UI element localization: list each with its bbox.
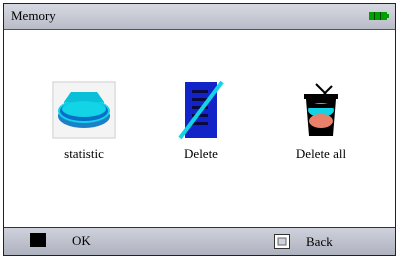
delete-icon xyxy=(178,80,224,140)
menu-item-label: statistic xyxy=(64,146,104,161)
ok-key-icon[interactable] xyxy=(30,233,46,247)
title-bar: Memory xyxy=(4,4,395,30)
menu-item-statistic[interactable]: statistic xyxy=(29,80,139,162)
menu-area: statistic Delete Delete all xyxy=(4,30,395,230)
bottom-bar: OK Back xyxy=(4,227,395,255)
screen-title: Memory xyxy=(11,8,56,23)
back-button[interactable]: Back xyxy=(306,234,333,250)
delete-all-icon xyxy=(304,83,338,136)
menu-item-label: Delete all xyxy=(295,146,347,161)
menu-item-delete-all[interactable]: Delete all xyxy=(266,80,376,162)
menu-item-label: Delete xyxy=(184,146,218,161)
ok-button[interactable]: OK xyxy=(72,233,91,249)
statistic-icon xyxy=(52,81,116,139)
device-screen: Memory statistic Delete Delete all OK Ba… xyxy=(3,3,396,256)
battery-icon xyxy=(369,12,389,20)
menu-item-delete[interactable]: Delete xyxy=(146,80,256,162)
back-key-icon[interactable] xyxy=(274,234,290,249)
